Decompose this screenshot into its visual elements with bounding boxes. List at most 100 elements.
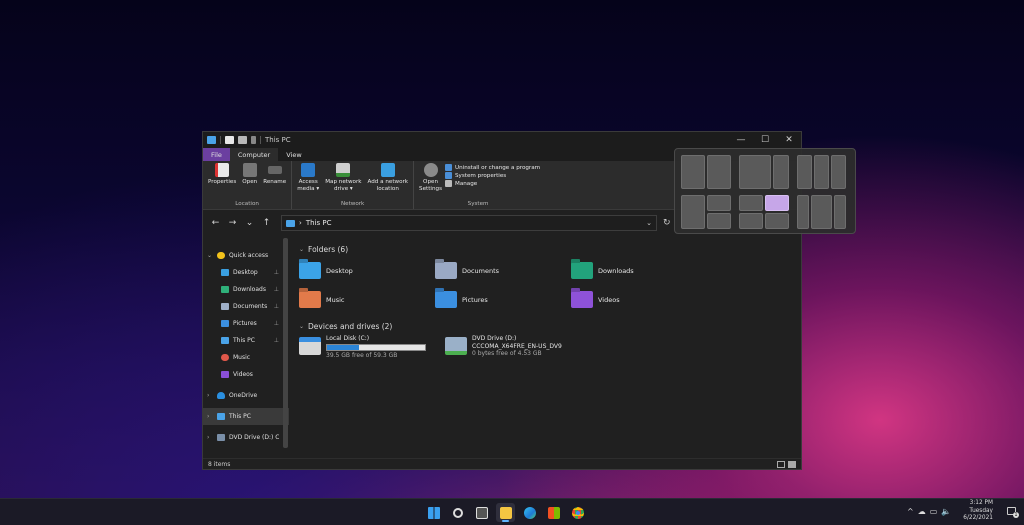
properties-quick-icon[interactable] — [225, 136, 234, 144]
rename-button[interactable]: Rename — [260, 163, 289, 186]
collapse-icon[interactable]: ⌄ — [299, 246, 304, 253]
properties-button[interactable]: Properties — [205, 163, 239, 186]
sidebar-item-documents[interactable]: Documents ⊥ — [203, 298, 289, 315]
expand-icon[interactable]: › — [207, 392, 213, 399]
sidebar-item-label: Quick access — [229, 252, 269, 259]
snap-zone[interactable] — [765, 213, 789, 229]
snap-zone[interactable] — [739, 213, 763, 229]
notification-center-button[interactable]: 1 — [1007, 507, 1019, 519]
quick-access-toolbar-dropdown-icon[interactable] — [251, 136, 256, 144]
network-icon[interactable]: ▭ — [930, 507, 938, 516]
folder-videos[interactable]: Videos — [571, 288, 707, 311]
task-view-button[interactable] — [472, 503, 491, 522]
refresh-button[interactable]: ↻ — [663, 218, 671, 228]
sidebar-item-downloads[interactable]: Downloads ⊥ — [203, 281, 289, 298]
access-media-button[interactable]: Access media ▾ — [294, 163, 322, 193]
snap-zone[interactable] — [814, 155, 829, 189]
download-icon — [221, 286, 229, 293]
recent-locations-button[interactable]: ⌄ — [241, 218, 258, 228]
access-media-label: Access media ▾ — [297, 179, 320, 192]
sidebar-item-dvd-drive[interactable]: › DVD Drive (D:) CC — [203, 429, 289, 446]
file-explorer-taskbar-button[interactable] — [496, 503, 515, 522]
sidebar-item-onedrive[interactable]: › OneDrive — [203, 387, 289, 404]
folder-downloads[interactable]: Downloads — [571, 259, 707, 282]
snap-zone[interactable] — [773, 155, 789, 189]
folder-desktop[interactable]: Desktop — [299, 259, 435, 282]
open-button[interactable]: Open — [239, 163, 260, 186]
add-network-location-button[interactable]: Add a network location — [365, 163, 412, 193]
show-hidden-icons-button[interactable]: ^ — [907, 507, 914, 516]
drives-section-header[interactable]: ⌄ Devices and drives (2) — [299, 319, 801, 333]
edge-taskbar-button[interactable] — [520, 503, 539, 522]
folder-documents[interactable]: Documents — [435, 259, 571, 282]
store-taskbar-button[interactable] — [544, 503, 563, 522]
snap-zone[interactable] — [681, 195, 705, 229]
new-folder-quick-icon[interactable] — [238, 136, 247, 144]
drive-dvd-d[interactable]: DVD Drive (D:) CCCOMA_X64FRE_EN-US_DV9 0… — [445, 335, 581, 359]
snap-zone[interactable] — [834, 195, 846, 229]
address-dropdown-icon[interactable]: ⌄ — [646, 219, 652, 227]
snap-zone[interactable] — [707, 195, 731, 211]
sidebar-item-videos[interactable]: Videos — [203, 366, 289, 383]
minimize-button[interactable]: — — [729, 132, 753, 148]
expand-icon[interactable]: › — [207, 434, 213, 441]
manage-button[interactable]: Manage — [445, 180, 540, 187]
chrome-taskbar-button[interactable] — [568, 503, 587, 522]
tab-file[interactable]: File — [203, 148, 230, 161]
details-view-icon[interactable] — [777, 460, 785, 468]
snap-zone-highlighted[interactable] — [765, 195, 789, 211]
sidebar-item-this-pc[interactable]: › This PC — [203, 408, 289, 425]
uninstall-program-label: Uninstall or change a program — [455, 164, 541, 171]
large-icons-view-icon[interactable] — [788, 460, 796, 468]
snap-zone[interactable] — [797, 155, 812, 189]
taskbar-apps — [424, 503, 587, 522]
open-settings-button[interactable]: Open Settings — [416, 163, 445, 193]
tab-view[interactable]: View — [278, 148, 309, 161]
ribbon-group-label: Network — [340, 201, 365, 207]
system-properties-button[interactable]: System properties — [445, 172, 540, 179]
start-button[interactable] — [424, 503, 443, 522]
snap-zone[interactable] — [811, 195, 832, 229]
ribbon-group-system: Open Settings Uninstall or change a prog… — [414, 161, 542, 209]
drive-local-disk-c[interactable]: Local Disk (C:) 39.5 GB free of 59.3 GB — [299, 335, 435, 359]
clock[interactable]: 3:12 PM Tuesday 6/22/2021 — [963, 500, 993, 523]
snap-zone[interactable] — [797, 195, 809, 229]
search-button[interactable] — [448, 503, 467, 522]
expand-icon[interactable]: ⌄ — [207, 252, 213, 259]
folder-music[interactable]: Music — [299, 288, 435, 311]
expand-icon[interactable]: › — [207, 413, 213, 420]
sidebar-item-desktop[interactable]: Desktop ⊥ — [203, 264, 289, 281]
sidebar-item-this-pc-pinned[interactable]: This PC ⊥ — [203, 332, 289, 349]
sidebar-item-music[interactable]: Music — [203, 349, 289, 366]
address-bar[interactable]: › This PC ⌄ — [281, 215, 657, 231]
cloud-icon[interactable]: ☁ — [918, 507, 926, 516]
uninstall-program-button[interactable]: Uninstall or change a program — [445, 164, 540, 171]
navigation-pane[interactable]: ⌄ Quick access Desktop ⊥ Downloads ⊥ Doc… — [203, 236, 289, 458]
open-settings-label: Open Settings — [419, 179, 442, 192]
map-network-drive-button[interactable]: Map network drive ▾ — [322, 163, 364, 193]
up-button[interactable]: ↑ — [258, 218, 275, 228]
snap-zone[interactable] — [831, 155, 846, 189]
snap-zone[interactable] — [739, 195, 763, 211]
sidebar-item-quick-access[interactable]: ⌄ Quick access — [203, 247, 289, 264]
content-pane[interactable]: ⌄ Folders (6) Desktop Documents Download… — [289, 236, 801, 458]
folders-section-header[interactable]: ⌄ Folders (6) — [299, 242, 801, 256]
tab-computer[interactable]: Computer — [229, 148, 279, 161]
maximize-button[interactable]: ☐ — [753, 132, 777, 148]
open-icon — [242, 163, 257, 177]
back-button[interactable]: ← — [207, 218, 224, 228]
volume-icon[interactable]: 🔈 — [941, 507, 951, 516]
sidebar-item-pictures[interactable]: Pictures ⊥ — [203, 315, 289, 332]
folder-pictures[interactable]: Pictures — [435, 288, 571, 311]
star-icon — [217, 252, 225, 259]
close-button[interactable]: ✕ — [777, 132, 801, 148]
collapse-icon[interactable]: ⌄ — [299, 323, 304, 330]
title-bar[interactable]: This PC — ☐ ✕ — [203, 132, 801, 148]
snap-zone[interactable] — [739, 155, 771, 189]
properties-icon — [215, 163, 230, 177]
forward-button[interactable]: → — [224, 218, 241, 228]
snap-zone[interactable] — [707, 155, 731, 189]
access-media-icon — [301, 163, 316, 177]
snap-zone[interactable] — [707, 213, 731, 229]
snap-zone[interactable] — [681, 155, 705, 189]
